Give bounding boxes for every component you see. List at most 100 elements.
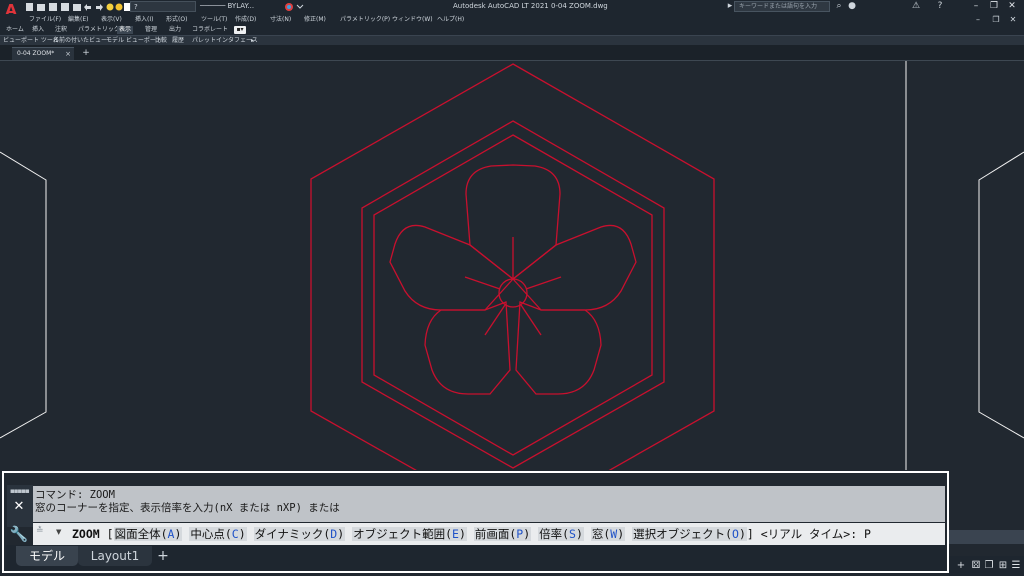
option-extents-all[interactable]: 図面全体(A) — [113, 527, 183, 541]
chevron-down-icon[interactable]: ▼ — [56, 528, 61, 536]
menu-tools[interactable]: ツール(T) — [201, 15, 227, 24]
customize-icon[interactable]: ☰ — [1010, 559, 1022, 572]
print-icon[interactable] — [73, 4, 81, 11]
tab-home[interactable]: ホーム — [4, 26, 26, 34]
viewport-icon[interactable]: ❐ — [983, 559, 995, 572]
menu-modify[interactable]: 修正(M) — [304, 15, 326, 24]
recent-commands-icon[interactable]: ≛ — [36, 526, 44, 536]
color-wheel-icon[interactable] — [284, 2, 304, 12]
panel-more-icon[interactable]: ▸ — [251, 37, 254, 45]
quick-access-toolbar — [26, 3, 130, 11]
panel-named-views[interactable]: 名前の付いたビュー — [53, 37, 107, 45]
undo-icon[interactable] — [84, 4, 91, 11]
add-layout-button[interactable]: + — [152, 546, 174, 566]
bracket-open: [ — [106, 527, 114, 541]
option-center[interactable]: 中心点(C) — [189, 527, 247, 541]
tab-parametric[interactable]: パラメトリック — [76, 26, 122, 34]
lightbulb-icon[interactable] — [106, 3, 114, 11]
ribbon-tabs: ホーム 挿入 注釈 パラメトリック 表示 管理 出力 コラボレート ▪▾ — [0, 25, 1024, 35]
tab-annotate[interactable]: 注釈 — [53, 26, 69, 34]
menu-insert[interactable]: 挿入(I) — [135, 15, 153, 24]
menu-view[interactable]: 表示(V) — [101, 15, 122, 24]
restore-icon[interactable]: ❐ — [986, 0, 1002, 12]
tab-layout1[interactable]: Layout1 — [78, 546, 152, 566]
grip-icon[interactable]: ▪▪▪▪▪ — [10, 488, 32, 495]
doc-restore-icon[interactable]: ❐ — [988, 14, 1004, 25]
menu-window[interactable]: ウィンドウ(W) — [392, 15, 433, 24]
tab-insert[interactable]: 挿入 — [30, 26, 46, 34]
search-icon[interactable]: ⌕ — [834, 1, 844, 12]
tab-view[interactable]: 表示 — [117, 26, 134, 34]
panel-compare[interactable]: 比較 — [155, 37, 167, 45]
tab-model[interactable]: モデル — [16, 546, 78, 566]
linetype-dropdown[interactable]: ────── BYLAY... — [200, 1, 296, 12]
add-icon[interactable]: + — [955, 559, 967, 572]
stamen-2 — [525, 276, 562, 290]
redo-icon[interactable] — [96, 4, 103, 11]
ribbon-toggle-button[interactable]: ▪▾ — [234, 26, 246, 34]
command-history: コマンド: ZOOM 窓のコーナーを指定、表示倍率を入力(nX または nXP)… — [33, 486, 945, 522]
help-icon[interactable]: ? — [934, 1, 946, 12]
saveas-icon[interactable] — [61, 3, 69, 11]
doc-close-icon[interactable]: ✕ — [1005, 14, 1021, 25]
panel-history[interactable]: 履歴 — [172, 37, 184, 45]
plum-blossom — [389, 164, 637, 395]
tab-manage[interactable]: 管理 — [143, 26, 159, 34]
status-strip — [949, 530, 1024, 544]
menu-help[interactable]: ヘルプ(H) — [437, 15, 464, 24]
file-tab-bar — [0, 45, 1024, 60]
option-scale[interactable]: 倍率(S) — [538, 527, 584, 541]
ribbon-panel-bar: ビューポート ツール 名前の付いたビュー モデル ビューポート 比較 履歴 パレ… — [0, 35, 1024, 45]
drawing-canvas[interactable] — [0, 61, 1024, 470]
option-dynamic[interactable]: ダイナミック(D) — [253, 527, 346, 541]
user-icon[interactable]: ● — [847, 1, 857, 12]
command-input[interactable]: ≛ ▼ ZOOM [図面全体(A) 中心点(C) ダイナミック(D) オブジェク… — [33, 523, 945, 545]
layer-dropdown[interactable]: ? — [130, 1, 196, 12]
new-icon[interactable] — [26, 3, 33, 11]
app-store-icon[interactable]: ⚠ — [910, 1, 922, 12]
tab-collaborate[interactable]: コラボレート — [190, 26, 230, 34]
tab-output[interactable]: 出力 — [167, 26, 183, 34]
window-title: Autodesk AutoCAD LT 2021 0-04 ZOOM.dwg — [453, 2, 608, 10]
menu-dimension[interactable]: 寸法(N) — [270, 15, 291, 24]
file-tab-label: 0-04 ZOOM* — [17, 50, 55, 57]
search-arrow-icon[interactable]: ▸ — [726, 1, 734, 12]
workspace-icon[interactable]: ⚄ — [970, 559, 982, 572]
close-icon[interactable]: ✕ — [1004, 0, 1020, 12]
right-white-hexagon — [978, 151, 1024, 439]
option-extents[interactable]: オブジェクト範囲(E) — [352, 527, 467, 541]
close-tab-icon[interactable]: × — [65, 48, 71, 60]
open-icon[interactable] — [37, 4, 45, 11]
minimize-icon[interactable]: – — [968, 0, 984, 12]
save-icon[interactable] — [49, 3, 57, 11]
center-circle — [498, 278, 528, 308]
menu-draw[interactable]: 作成(D) — [235, 15, 256, 24]
sun-icon[interactable] — [115, 3, 123, 11]
petal-top-left — [389, 224, 514, 311]
file-tab-active[interactable]: 0-04 ZOOM* × — [12, 47, 74, 60]
option-object[interactable]: 選択オブジェクト(O) — [632, 527, 747, 541]
menu-edit[interactable]: 編集(E) — [68, 15, 88, 24]
menu-format[interactable]: 形式(O) — [166, 15, 187, 24]
prompt-tail: <リアル タイム>: P — [753, 527, 871, 541]
panel-palettes[interactable]: パレット — [192, 37, 216, 45]
menu-file[interactable]: ファイル(F) — [29, 15, 61, 24]
petal-top-right — [512, 224, 637, 311]
command-prompt: ZOOM [図面全体(A) 中心点(C) ダイナミック(D) オブジェクト範囲(… — [72, 527, 871, 542]
option-window[interactable]: 窓(W) — [590, 527, 626, 541]
panel-model-viewports[interactable]: モデル ビューポート — [106, 37, 162, 45]
stamen-3 — [464, 276, 501, 290]
left-white-hexagon — [0, 151, 47, 439]
fullscreen-icon[interactable]: ⊞ — [997, 559, 1009, 572]
command-name: ZOOM — [72, 527, 100, 541]
search-input[interactable]: キーワードまたは語句を入力 — [734, 1, 830, 12]
option-previous[interactable]: 前画面(P) — [473, 527, 532, 541]
customize-wrench-icon[interactable]: 🔧 — [8, 525, 30, 543]
history-line: コマンド: ZOOM — [35, 489, 115, 501]
doc-minimize-icon[interactable]: – — [970, 14, 986, 25]
new-tab-button[interactable]: + — [80, 47, 92, 59]
panel-viewport-tools[interactable]: ビューポート ツール — [3, 37, 59, 45]
close-icon[interactable]: ✕ — [10, 500, 28, 514]
menu-parametric[interactable]: パラメトリック(P) — [340, 15, 390, 24]
bracket-close: ] — [746, 527, 754, 541]
